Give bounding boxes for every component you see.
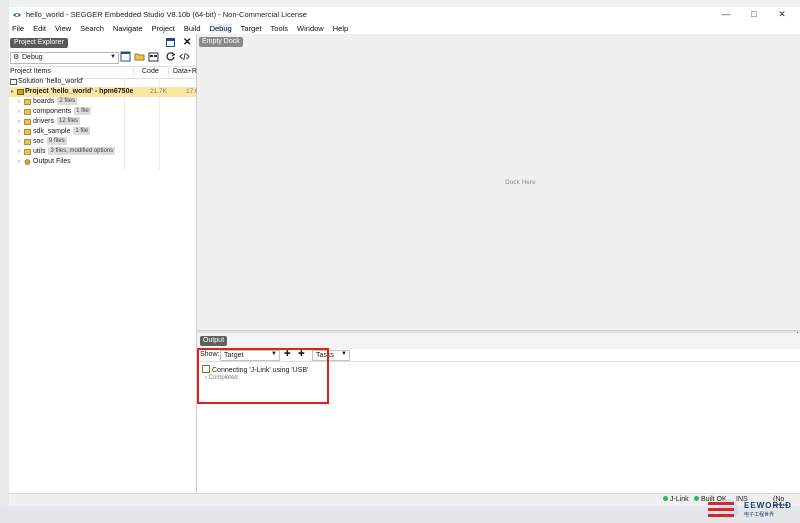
expand-icon[interactable]: › — [18, 137, 20, 147]
taskbar-strip — [0, 506, 800, 523]
empty-dock-area[interactable] — [197, 34, 800, 330]
expand-icon[interactable]: › — [18, 107, 20, 117]
folder-icon — [24, 129, 31, 135]
open-folder-icon[interactable] — [134, 51, 145, 62]
folder-name: sdk_sample — [33, 128, 71, 135]
tree-row-solution[interactable]: Solution 'hello_world' — [9, 77, 196, 87]
menu-help[interactable]: Help — [333, 24, 348, 33]
refresh-icon[interactable] — [165, 51, 176, 62]
expand-icon[interactable]: › — [18, 147, 20, 157]
annotation-highlight-box — [197, 348, 329, 404]
project-icon — [17, 89, 24, 95]
folder-name: boards — [33, 98, 55, 105]
file-count-badge: 12 files — [57, 117, 81, 125]
empty-dock-tab[interactable]: Empty Dock — [199, 37, 243, 47]
folder-icon — [24, 99, 31, 105]
folder-name: utils — [33, 148, 46, 155]
jlink-status[interactable]: J-Link — [663, 496, 689, 503]
folder-name: components — [33, 108, 72, 115]
project-explorer-tab[interactable]: Project Explorer — [10, 38, 68, 48]
tree-row-folder[interactable]: › soc 9 files — [9, 137, 196, 147]
status-dot-icon — [663, 496, 668, 501]
menu-search[interactable]: Search — [80, 24, 104, 33]
watermark-brand: EEWORLD — [744, 501, 792, 510]
maximize-button[interactable]: □ — [740, 10, 768, 19]
chevron-down-icon: ▼ — [110, 54, 116, 60]
eeworld-watermark: EEWORLD 电子工程世界 — [700, 494, 800, 523]
menu-build[interactable]: Build — [184, 24, 201, 33]
menu-file[interactable]: File — [12, 24, 24, 33]
title-bar: hello_world - SEGGER Embedded Studio V8.… — [9, 7, 800, 22]
menu-window[interactable]: Window — [297, 24, 324, 33]
segger-app-icon — [13, 12, 21, 17]
chevron-down-icon: ▼ — [341, 351, 347, 357]
folder-name: soc — [33, 138, 44, 145]
output-header — [197, 333, 800, 348]
watermark-subtitle: 电子工程世界 — [744, 512, 775, 518]
file-count-badge: 3 files, modified options — [48, 147, 116, 155]
column-code[interactable]: Code — [133, 68, 168, 75]
status-dot-icon — [694, 496, 699, 501]
file-count-badge: 2 files — [57, 97, 78, 105]
code-view-icon[interactable] — [179, 51, 190, 62]
solution-icon — [10, 79, 17, 85]
menu-tools[interactable]: Tools — [271, 24, 289, 33]
folder-icon — [24, 139, 31, 145]
project-code-size: 21.7K — [150, 88, 167, 95]
menu-view[interactable]: View — [55, 24, 71, 33]
project-label: Project 'hello_world' - hpm6750e — [25, 88, 134, 95]
window-title: hello_world - SEGGER Embedded Studio V8.… — [26, 10, 307, 19]
close-window-button[interactable]: ✕ — [768, 10, 796, 19]
file-count-badge: 9 files — [46, 137, 67, 145]
menu-project[interactable]: Project — [152, 24, 175, 33]
tree-row-project[interactable]: ▸ Project 'hello_world' - hpm6750e 21.7K… — [9, 87, 203, 97]
minimize-button[interactable]: — — [712, 10, 740, 19]
menu-navigate[interactable]: Navigate — [113, 24, 143, 33]
menu-edit[interactable]: Edit — [33, 24, 46, 33]
solution-label: Solution 'hello_world' — [18, 78, 84, 85]
expand-icon[interactable]: › — [18, 127, 20, 137]
folder-icon — [24, 119, 31, 125]
tree-row-folder[interactable]: › components 1 file — [9, 107, 196, 117]
folder-icon — [24, 149, 31, 155]
output-files-icon — [24, 159, 31, 165]
output-tab[interactable]: Output — [200, 336, 228, 346]
configuration-select[interactable]: ⚙ Debug ▼ — [10, 52, 119, 64]
tree-row-output-files[interactable]: › Output Files — [9, 157, 196, 167]
tree-row-folder[interactable]: › drivers 12 files — [9, 117, 196, 127]
tree-row-folder[interactable]: › utils 3 files, modified options — [9, 147, 196, 157]
gear-icon: ⚙ — [13, 54, 20, 61]
eeworld-logo-icon — [708, 499, 738, 519]
new-file-icon[interactable] — [120, 51, 131, 62]
folder-name: drivers — [33, 118, 55, 125]
collapse-icon[interactable]: ▸ — [11, 87, 14, 97]
folder-name: Output Files — [33, 158, 71, 165]
configuration-value: Debug — [22, 54, 43, 61]
menu-target[interactable]: Target — [241, 24, 262, 33]
expand-icon[interactable]: › — [18, 97, 20, 107]
folder-icon — [24, 109, 31, 115]
file-count-badge: 1 file — [74, 107, 91, 115]
file-count-badge: 1 file — [73, 127, 91, 135]
dock-here-placeholder: Dock Here — [505, 179, 536, 186]
expand-icon[interactable]: › — [18, 117, 20, 127]
menu-debug[interactable]: Debug — [209, 23, 232, 33]
tree-row-folder[interactable]: › sdk_sample 1 file — [9, 127, 196, 137]
background-left-edge — [0, 0, 9, 523]
menu-bar: File Edit View Search Navigate Project B… — [9, 22, 800, 34]
tree-row-folder[interactable]: › boards 2 files — [9, 97, 196, 107]
window-controls: — □ ✕ — [712, 10, 796, 19]
float-window-icon[interactable] — [166, 38, 175, 47]
column-project-items[interactable]: Project Items — [10, 68, 51, 75]
close-panel-icon[interactable]: ✕ — [183, 37, 191, 48]
expand-icon[interactable]: › — [18, 157, 20, 167]
properties-icon[interactable] — [148, 51, 159, 62]
jlink-status-label: J-Link — [670, 496, 689, 503]
